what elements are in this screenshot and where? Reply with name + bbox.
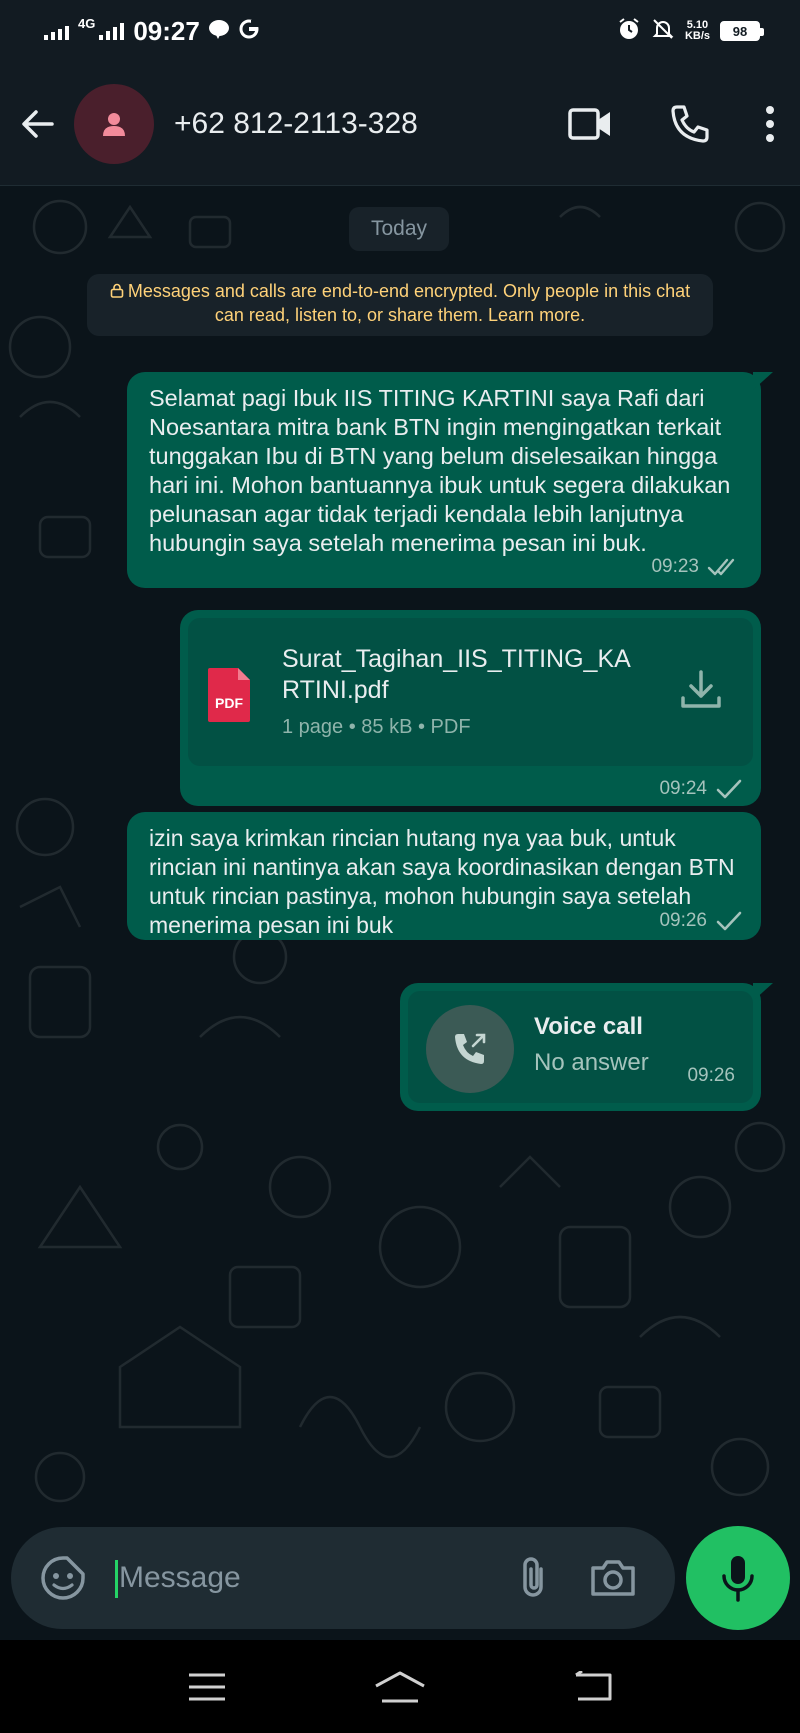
bubble-tail <box>753 983 773 1001</box>
message-meta: 09:26 <box>659 910 743 932</box>
voice-call-button[interactable] <box>640 74 740 174</box>
status-bar: 4G 09:27 5.10 KB/s 98 <box>0 0 800 62</box>
more-options-button[interactable] <box>740 74 800 174</box>
video-call-icon <box>568 107 610 140</box>
back-arrow-icon <box>22 109 54 138</box>
contact-name[interactable]: +62 812-2113-328 <box>174 107 418 141</box>
double-check-icon <box>707 558 735 576</box>
home-icon <box>375 1671 425 1702</box>
message-text: Selamat pagi Ibuk IIS TITING KARTINI say… <box>149 385 731 556</box>
text-cursor <box>115 1560 118 1598</box>
back-nav-icon <box>575 1670 612 1700</box>
call-message-bubble[interactable]: Voice call No answer 09:26 <box>400 983 773 1111</box>
menu-lines-icon <box>188 1673 225 1700</box>
single-check-icon <box>716 779 742 799</box>
missed-outgoing-call-icon <box>426 1005 514 1093</box>
pdf-badge-text: PDF <box>215 695 243 711</box>
mic-button[interactable] <box>686 1526 790 1630</box>
message-time: 09:23 <box>651 556 699 577</box>
message-time: 09:26 <box>659 910 707 931</box>
line-app-icon <box>208 16 230 47</box>
video-call-button[interactable] <box>540 74 640 174</box>
network-type: 4G <box>78 15 96 31</box>
message-meta: 09:24 <box>659 778 743 800</box>
single-check-icon <box>716 911 742 931</box>
encryption-notice-text: Messages and calls are end-to-end encryp… <box>127 281 691 325</box>
phone-icon <box>671 104 709 143</box>
message-time: 09:24 <box>659 778 707 799</box>
message-composer: Message <box>11 1527 675 1629</box>
alarm-icon <box>617 17 641 46</box>
date-chip: Today <box>349 207 449 251</box>
message-bubble[interactable]: izin saya krimkan rincian hutang nya yaa… <box>127 812 761 940</box>
avatar-person-icon <box>103 112 125 136</box>
message-input[interactable]: Message <box>115 1554 493 1602</box>
message-bubble[interactable]: Selamat pagi Ibuk IIS TITING KARTINI say… <box>127 372 773 588</box>
document-name: Surat_Tagihan_IIS_TITING_KARTINI.pdf <box>282 645 631 704</box>
document-message-bubble[interactable]: PDF Surat_Tagihan_IIS_TITING_KARTINI.pdf… <box>180 610 761 806</box>
document-info: 1 page • 85 kB • PDF <box>282 716 471 738</box>
back-button[interactable] <box>2 88 74 160</box>
mute-notification-icon <box>651 17 675 46</box>
encryption-notice[interactable]: Messages and calls are end-to-end encryp… <box>87 274 713 336</box>
status-time: 09:27 <box>133 15 200 46</box>
battery-level: 98 <box>732 23 748 39</box>
camera-icon <box>591 1560 635 1596</box>
message-meta: 09:23 <box>651 556 743 578</box>
message-meta: 09:26 <box>687 1065 735 1087</box>
camera-button[interactable] <box>573 1558 653 1598</box>
download-icon <box>681 670 721 708</box>
recents-button[interactable] <box>167 1657 247 1717</box>
g-app-icon <box>238 16 260 47</box>
battery-icon: 98 <box>720 21 764 41</box>
message-time: 09:26 <box>687 1065 735 1086</box>
back-nav-button[interactable] <box>553 1657 633 1717</box>
signal-icon-2 <box>99 16 125 47</box>
net-speed: 5.10 KB/s <box>684 19 710 42</box>
pdf-file-icon: PDF <box>206 666 252 729</box>
sticker-button[interactable] <box>33 1554 93 1602</box>
home-button[interactable] <box>360 1657 440 1717</box>
mic-icon <box>722 1556 754 1602</box>
more-vert-icon <box>766 105 774 142</box>
lock-icon <box>110 281 124 304</box>
download-button[interactable] <box>679 668 723 717</box>
avatar[interactable] <box>74 83 154 164</box>
system-nav-bar <box>0 1640 800 1733</box>
message-placeholder: Message <box>119 1561 241 1594</box>
chat-header: +62 812-2113-328 <box>0 62 800 186</box>
document-card[interactable]: PDF Surat_Tagihan_IIS_TITING_KARTINI.pdf… <box>188 618 753 766</box>
signal-icon <box>44 16 70 47</box>
message-text: izin saya krimkan rincian hutang nya yaa… <box>149 825 735 938</box>
attach-icon <box>523 1557 543 1597</box>
sticker-icon <box>41 1556 85 1600</box>
chat-area[interactable]: Today Messages and calls are end-to-end … <box>0 187 800 1527</box>
call-title: Voice call <box>534 1013 643 1040</box>
attach-button[interactable] <box>493 1555 573 1601</box>
bubble-tail <box>753 372 773 390</box>
call-status: No answer <box>534 1049 649 1076</box>
